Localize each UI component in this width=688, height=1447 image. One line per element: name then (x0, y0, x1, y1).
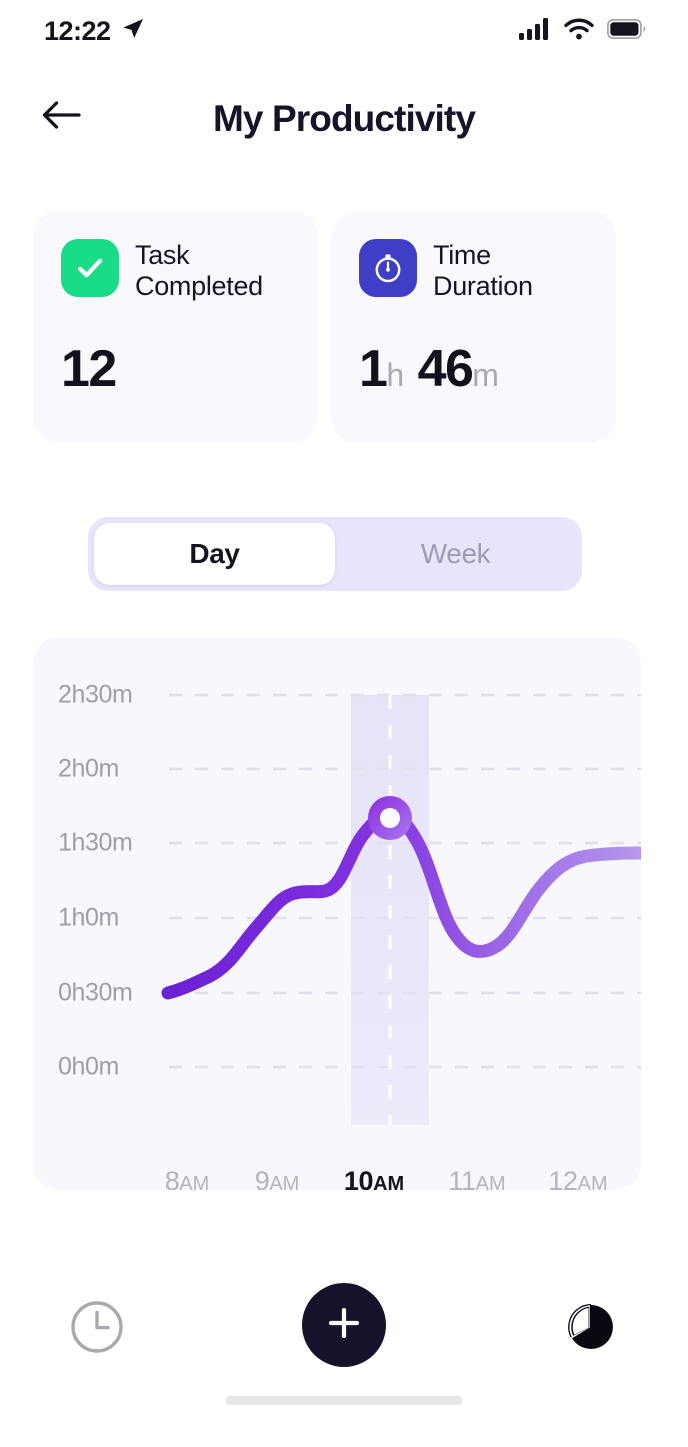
chart-y-tick: 1h0m (58, 903, 119, 932)
chart-x-tick-suffix: AM (269, 1173, 300, 1190)
home-indicator (225, 1396, 463, 1405)
chart-x-tick-8am[interactable]: 8AM (165, 1166, 210, 1190)
chart-x-tick-number: 10 (343, 1166, 374, 1190)
location-arrow-icon (121, 17, 145, 46)
period-segmented-control[interactable]: Day Week (88, 517, 582, 591)
battery-icon (606, 18, 646, 44)
stat-card-header: Task Completed (61, 239, 318, 302)
back-button[interactable] (30, 86, 92, 148)
stat-card-value-number: 12 (61, 340, 117, 398)
stat-card-task-completed[interactable]: Task Completed 12 (33, 211, 318, 443)
chart-y-tick: 2h30m (58, 680, 133, 709)
status-bar: 12:22 (0, 0, 688, 62)
chart-y-tick: 0h0m (58, 1052, 119, 1081)
status-bar-time: 12:22 (44, 15, 111, 46)
chart-x-tick-9am[interactable]: 9AM (255, 1166, 300, 1190)
stat-card-label-line2: Completed (135, 271, 263, 301)
stat-card-header: Time Duration (359, 239, 616, 302)
chart-x-tick-number: 12 (548, 1166, 578, 1190)
stat-card-unit-minutes: m (472, 357, 499, 393)
cellular-signal-icon (519, 17, 551, 45)
status-bar-right (519, 17, 646, 45)
chart-x-tick-number: 8 (164, 1166, 180, 1190)
pie-chart-icon (564, 1300, 618, 1359)
clock-icon (69, 1299, 125, 1360)
stat-card-value: 1 h 46 m (359, 339, 499, 399)
stat-card-value-minutes: 46 (417, 340, 474, 398)
chart-x-tick-suffix: AM (577, 1173, 608, 1190)
chart-x-tick-number: 11 (448, 1166, 476, 1190)
plus-icon (324, 1303, 364, 1348)
chart-y-tick: 0h30m (58, 978, 133, 1007)
chart-y-tick: 2h0m (58, 754, 119, 783)
stopwatch-icon (359, 239, 417, 297)
stat-card-label-line2: Duration (433, 271, 533, 301)
check-icon (61, 239, 119, 297)
stat-card-label: Time Duration (433, 239, 533, 302)
bottom-navigation (0, 1283, 688, 1379)
add-button[interactable] (302, 1283, 386, 1367)
stat-card-time-duration[interactable]: Time Duration 1 h 46 m (331, 211, 616, 443)
nav-item-statistics[interactable] (561, 1299, 621, 1359)
chart-x-tick-12am[interactable]: 12AM (548, 1166, 607, 1190)
tab-week[interactable]: Week (335, 523, 576, 585)
chart-y-tick: 1h30m (58, 828, 133, 857)
stats-row: Task Completed 12 Time Duration 1 h 46 m (33, 211, 655, 443)
chart-x-tick-suffix: AM (179, 1173, 210, 1190)
status-bar-left: 12:22 (44, 16, 145, 47)
chart-x-tick-11am[interactable]: 11AM (448, 1166, 505, 1190)
chart-y-axis: 2h30m 2h0m 1h30m 1h0m 0h30m 0h0m (33, 637, 641, 1190)
stat-card-value: 12 (61, 339, 117, 399)
page-header: My Productivity (0, 88, 688, 150)
tab-day[interactable]: Day (94, 523, 335, 585)
chart-x-tick-10am[interactable]: 10AM (344, 1166, 404, 1190)
wifi-icon (564, 18, 594, 45)
nav-item-history[interactable] (67, 1299, 127, 1359)
stat-card-label-line1: Task (135, 240, 190, 270)
chart-x-tick-suffix: AM (373, 1173, 405, 1190)
chart-x-tick-number: 9 (254, 1166, 270, 1190)
arrow-left-icon (41, 99, 81, 136)
chart-x-tick-suffix: AM (475, 1173, 506, 1190)
stat-card-label: Task Completed (135, 239, 263, 302)
page-title: My Productivity (213, 98, 476, 139)
stat-card-unit-hours: h (386, 357, 404, 393)
stat-card-value-hours: 1 (359, 340, 388, 398)
stat-card-label-line1: Time (433, 240, 491, 270)
productivity-chart-card[interactable]: 2h30m 2h0m 1h30m 1h0m 0h30m 0h0m 8AM 9AM… (33, 637, 641, 1190)
